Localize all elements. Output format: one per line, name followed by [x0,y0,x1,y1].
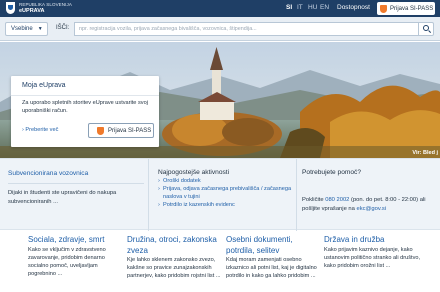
card-login-label: Prijava SI-PASS [108,127,152,134]
login-button-label: Prijava SI-PASS [390,5,434,12]
category-title[interactable]: Osebni dokumenti, potrdila, selitev [226,234,321,256]
help-text: Pokličite 080 2002 (pon. do pet. 8:00 - … [302,197,426,212]
shield-icon [97,126,104,135]
card-login-button[interactable]: Prijava SI-PASS [88,123,154,138]
subsidized-ticket-title[interactable]: Subvencionirana vozovnica [8,170,88,177]
category-documents[interactable]: Osebni dokumenti, potrdila, selitev Kdaj… [226,230,326,292]
search-type-select[interactable]: Vsebine ▼ [5,22,48,36]
category-text: Kdaj moram zamenjati osebno izkaznico al… [226,257,317,279]
category-title[interactable]: Družina, otroci, zakonska zveza [127,234,222,256]
logo[interactable]: REPUBLIKA SLOVENIJA eUPRAVA [6,2,72,14]
top-bar: REPUBLIKA SLOVENIJA eUPRAVA SI IT HU EN … [0,0,440,17]
help-panel: Potrebujete pomoč? Pokličite 080 2002 (p… [296,159,440,231]
help-phone[interactable]: 080 2002 [325,197,349,203]
lang-en[interactable]: EN [320,4,329,11]
category-social-health[interactable]: Sociala, zdravje, smrt Kako se vključim … [28,230,128,292]
shield-icon [380,4,387,13]
lang-si[interactable]: SI [286,4,292,11]
image-caption: Vir: Bled j [412,150,438,156]
accessibility-link[interactable]: Dostopnost [337,4,370,11]
search-input[interactable] [74,22,418,36]
card-text: Za uporabo spletnih storitev eUprave ust… [22,100,148,114]
search-button[interactable] [418,22,434,36]
category-title[interactable]: Država in družba [324,234,384,245]
chevron-down-icon: ▼ [37,26,43,32]
search-type-value: Vsebine [11,26,33,32]
frequent-activities-title: Najpogostejše aktivnosti [158,169,230,176]
frequent-activities-panel: Najpogostejše aktivnosti Oroški dodatek … [148,159,296,231]
category-text: Kako se vključim v zdravstveno zavarovan… [28,247,106,277]
read-more-label: Preberite več [25,127,59,133]
help-email[interactable]: ekc@gov.si [356,206,386,212]
info-strip: Subvencionirana vozovnica Dijaki in štud… [0,158,440,231]
moja-euprava-card: Moja eUprava Za uporabo spletnih storite… [11,76,159,147]
lang-hu[interactable]: HU [308,4,317,11]
help-title: Potrebujete pomoč? [302,169,362,176]
search-bar: Vsebine ▼ IŠČI: [0,17,440,41]
subsidized-ticket-panel: Subvencionirana vozovnica Dijaki in štud… [0,159,148,231]
category-state-society[interactable]: Država in družba Kako prijavim kaznivo d… [324,230,424,292]
activity-item[interactable]: Oroški dodatek [158,177,294,185]
logo-line2: eUPRAVA [19,8,45,14]
help-hours: (pon. do pet. 8:00 - 22:00) [351,197,419,203]
card-title: Moja eUprava [22,82,66,89]
card-divider [11,95,159,96]
activity-item[interactable]: Potrdilo iz kazenskih evidenc [158,201,294,209]
category-text: Kje lahko sklenem zakonsko zvezo, kakšne… [127,257,221,279]
activity-item[interactable]: Prijava, odjava začasnega prebivališča /… [158,185,294,201]
subsidized-ticket-text: Dijaki in študenti ste upravičeni do nak… [8,190,117,205]
lang-it[interactable]: IT [297,4,303,11]
category-title[interactable]: Sociala, zdravje, smrt [28,234,104,245]
divider [8,183,144,184]
search-scope-label: IŠČI: [56,25,70,31]
login-button[interactable]: Prijava SI-PASS [377,2,435,15]
category-text: Kako prijavim kaznivo dejanje, kako usta… [324,247,421,269]
read-more-link[interactable]: › Preberite več [22,127,58,133]
category-family[interactable]: Družina, otroci, zakonska zveza Kje lahk… [127,230,227,292]
coat-of-arms-icon [6,2,15,14]
activity-list: Oroški dodatek Prijava, odjava začasnega… [158,177,294,209]
